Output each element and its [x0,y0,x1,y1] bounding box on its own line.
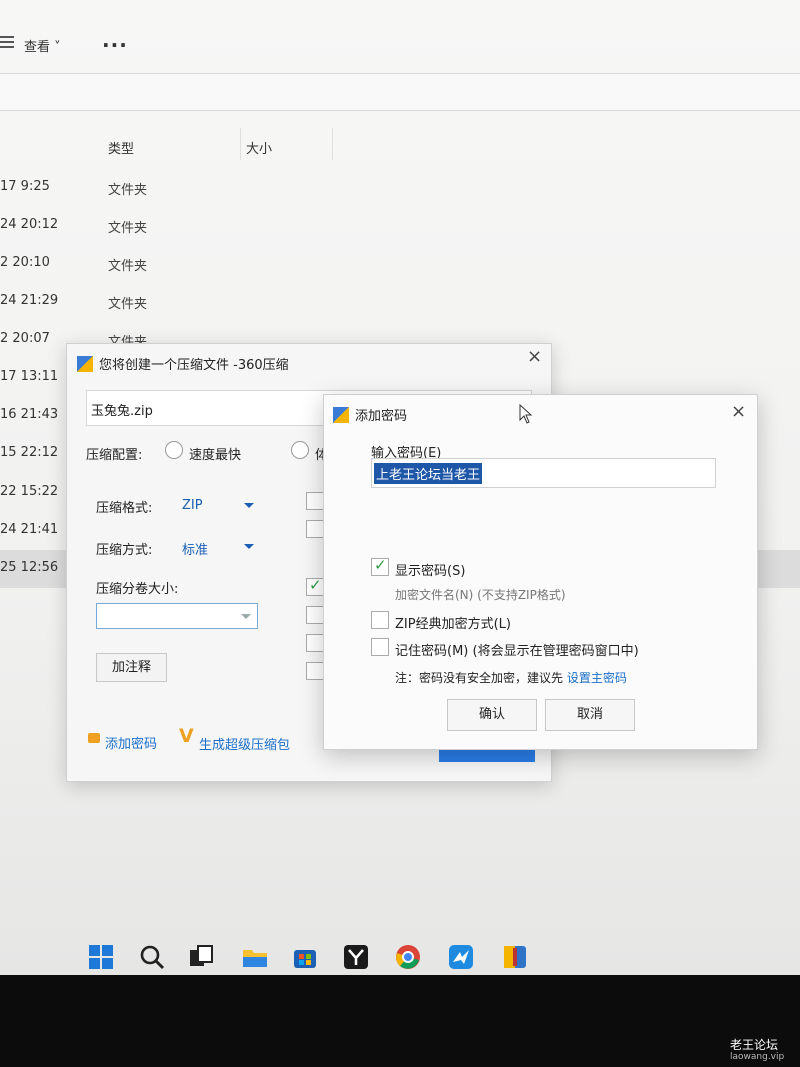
store-icon[interactable] [292,944,318,970]
monitor-bezel [0,975,800,1067]
option-checkbox[interactable] [306,606,324,624]
zip-classic-checkbox[interactable] [371,611,389,629]
app-y-icon[interactable] [343,944,369,970]
security-note: 注：密码没有安全加密，建议先 设置主密码 [395,671,627,685]
360zip-logo-icon [77,356,93,372]
mouse-cursor-icon [519,404,533,424]
search-icon[interactable] [139,944,165,970]
add-password-link[interactable]: 添加密码 [105,733,157,752]
chevron-down-icon[interactable] [244,503,254,508]
column-divider[interactable] [332,128,333,160]
option-checkbox[interactable] [306,662,324,680]
chevron-down-icon[interactable] [244,544,254,549]
remember-password-label[interactable]: 记住密码(M) (将会显示在管理密码窗口中) [395,640,639,659]
ok-button[interactable]: 确认 [447,699,537,731]
taskbar [0,932,800,980]
watermark-title: 老王论坛 [730,1038,779,1052]
super-pack-link[interactable]: 生成超级压缩包 [199,734,290,753]
windows-start-icon[interactable] [88,944,114,970]
option-checkbox[interactable] [306,492,324,510]
screen: 查看 ˅ ... 类型 大小 17 9:25 文件夹 24 20:12 文件夹 2 … [0,0,800,975]
show-password-label[interactable]: 显示密码(S) [395,560,465,579]
column-header: 类型 大小 [0,128,800,160]
password-text-selected: 上老王论坛当老王 [374,463,483,484]
chevron-down-icon[interactable] [241,614,251,619]
cancel-button[interactable]: 取消 [545,699,635,731]
volume-label: 压缩分卷大小: [96,582,179,597]
set-master-password-link[interactable]: 设置主密码 [567,671,627,685]
volume-size-select[interactable] [96,603,258,629]
compress-dialog-title: 您将创建一个压缩文件 -360压缩 [77,354,289,373]
lock-icon [88,733,100,743]
method-select[interactable]: 标准 [182,539,208,558]
more-options-icon[interactable]: ... [102,28,128,52]
radio-other[interactable] [291,441,309,459]
radio-fast[interactable] [165,441,183,459]
360zip-icon[interactable] [502,944,528,970]
password-input[interactable]: 上老王论坛当老王 [371,458,716,488]
close-icon[interactable]: × [527,346,542,367]
super-v-icon: V [179,725,194,747]
chrome-icon[interactable] [395,944,421,970]
column-type[interactable]: 类型 [108,138,134,157]
config-label: 压缩配置: [86,448,143,463]
method-label: 压缩方式: [96,543,153,558]
address-bar[interactable] [0,73,800,111]
radio-fast-label: 速度最快 [189,448,242,463]
table-row[interactable]: 24 21:29 文件夹 [0,283,800,321]
view-menu[interactable]: 查看 ˅ [24,36,61,55]
format-label: 压缩格式: [96,501,153,516]
add-password-dialog: 添加密码 × 输入密码(E) 上老王论坛当老王 显示密码(S) 加密文件名(N)… [323,394,758,750]
list-icon[interactable] [0,36,14,50]
option-checkbox-checked[interactable] [306,576,324,596]
explorer-toolbar: 查看 ˅ ... [0,22,800,66]
remember-password-checkbox[interactable] [371,638,389,656]
watermark-url: laowang.vip [730,1052,785,1062]
column-size[interactable]: 大小 [246,138,272,157]
encrypt-filename-label: 加密文件名(N) (不支持ZIP格式) [395,588,566,602]
close-icon[interactable]: × [731,401,746,422]
add-comment-button[interactable]: 加注释 [96,653,167,682]
show-password-checkbox[interactable] [371,556,389,576]
task-view-icon[interactable] [188,944,214,970]
format-select[interactable]: ZIP [182,498,203,513]
file-explorer-icon[interactable] [242,944,268,970]
zip-classic-label[interactable]: ZIP经典加密方式(L) [395,613,511,632]
table-row[interactable]: 24 20:12 文件夹 [0,207,800,245]
option-checkbox[interactable] [306,520,324,538]
360zip-logo-icon [333,407,349,423]
password-dialog-title: 添加密码 [333,405,407,424]
table-row[interactable]: 2 20:10 文件夹 [0,245,800,283]
column-divider[interactable] [240,128,241,160]
table-row[interactable]: 17 9:25 文件夹 [0,169,800,207]
bird-app-icon[interactable] [448,944,474,970]
option-checkbox[interactable] [306,634,324,652]
